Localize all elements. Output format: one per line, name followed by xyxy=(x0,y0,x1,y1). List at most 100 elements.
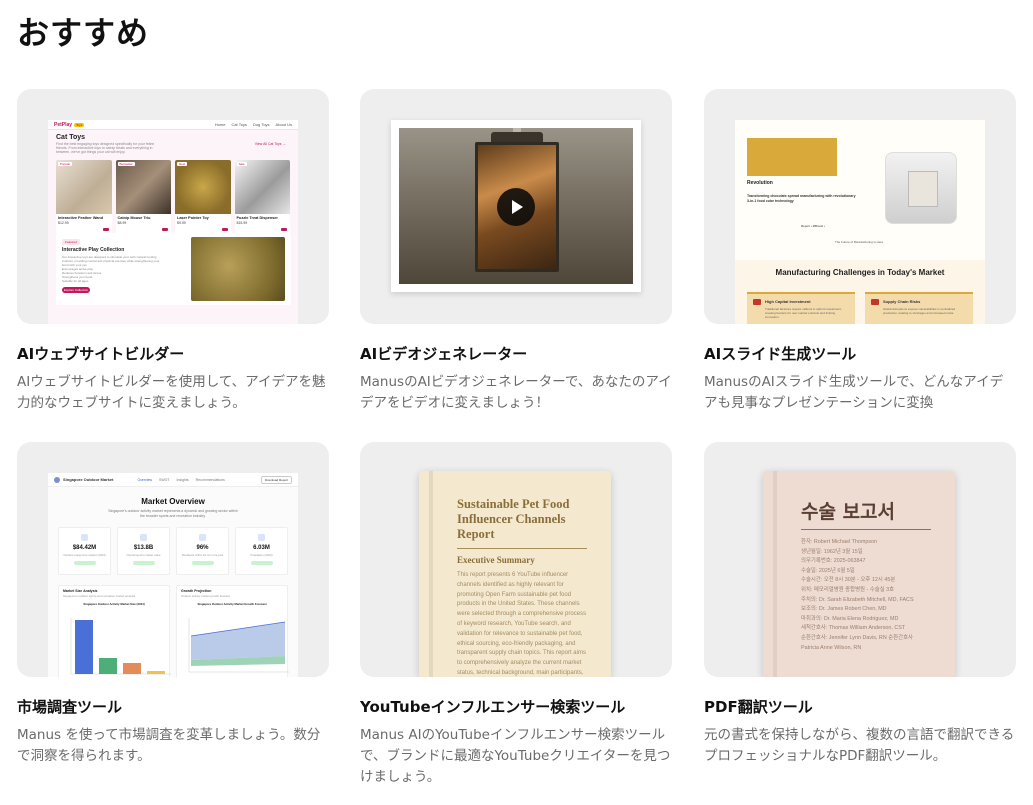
chart-title: Market Size Analysis xyxy=(63,589,98,593)
stat-label: Outdoor equipment market (2024) xyxy=(63,553,106,557)
preview-heading: Cat Toys xyxy=(56,134,86,141)
bar-chart-panel: Market Size Analysis Singapore's outdoor… xyxy=(58,585,171,677)
card-market-research[interactable]: Singapore Outdoor Market Overview SWOT I… xyxy=(17,442,329,767)
feature-tag: Featured xyxy=(62,239,81,245)
preview-subtitle: Singapore's outdoor activity market repr… xyxy=(108,509,238,518)
preview-view-all: View All Cat Toys → xyxy=(254,142,286,146)
card-ai-video-generator[interactable]: AIビデオジェネレーター ManusのAIビデオジェネレーターで、あなたのアイデ… xyxy=(360,89,672,414)
card-title[interactable]: PDF翻訳ツール xyxy=(704,697,1016,717)
preview-nav-item: Insights xyxy=(176,477,189,482)
stat-value: $13.8B xyxy=(133,545,154,551)
add-to-cart-icon xyxy=(281,228,287,231)
card-title[interactable]: 市場調査ツール xyxy=(17,697,329,717)
video-still xyxy=(399,128,633,284)
preview-nav-item: Recommendations xyxy=(195,477,225,482)
product-price: $9.99 xyxy=(177,221,186,225)
preview-product: New Laser Pointer Toy $9.99 xyxy=(175,160,231,234)
slide-box-text: Global disruptions expose vulnerabilitie… xyxy=(883,307,956,315)
slide-mark: Report • #iBrand • xyxy=(801,224,825,228)
stat-chip xyxy=(191,561,214,565)
area-chart-panel: Growth Projection Outdoor activity marke… xyxy=(176,585,289,677)
card-youtube-influencer-search[interactable]: Sustainable Pet Food Influencer Channels… xyxy=(360,442,672,788)
product-price: $12.99 xyxy=(58,221,69,225)
stat-value: $84.42M xyxy=(72,545,97,551)
slide-gold-block xyxy=(747,138,837,176)
book-body: This report presents 6 YouTube influence… xyxy=(457,572,587,676)
book-line: 의무기록번호: 2025-063847 xyxy=(801,558,866,565)
card-title[interactable]: AIウェブサイトビルダー xyxy=(17,344,329,364)
website-preview: PetPlay Toys Home Cat Toys Dog Toys Abou… xyxy=(48,120,298,324)
chart-subtitle: Outdoor activity market growth forecast xyxy=(181,594,230,598)
chart-title: Growth Projection xyxy=(181,589,212,593)
book-title: 수술 보고서 xyxy=(801,501,896,523)
preview-nav-item: Dog Toys xyxy=(252,122,270,127)
stat-icon xyxy=(81,534,88,541)
slide-heading: Revolution xyxy=(747,180,773,186)
preview-nav-item: Cat Toys xyxy=(231,122,247,127)
card-description: Manus を使って市場調査を変革しましょう。数分で洞察を得られます。 xyxy=(17,727,321,764)
card-pdf-translator[interactable]: 수술 보고서 환자: Robert Michael Thompson 생년월일:… xyxy=(704,442,1016,767)
feature-list-item: Suitable for all ages xyxy=(62,279,89,283)
feature-text-line: Our interactive toys are designed to sti… xyxy=(62,255,160,267)
food-cube-machine-image xyxy=(885,152,957,224)
book-line: 수술일: 2025년 6월 5일 xyxy=(801,567,855,574)
card-thumbnail[interactable]: 수술 보고서 환자: Robert Michael Thompson 생년월일:… xyxy=(704,442,1016,677)
card-description: 元の書式を保持しながら、複数の言語で翻訳できるプロフェッショナルなPDF翻訳ツー… xyxy=(704,727,1015,764)
preview-nav: PetPlay Toys Home Cat Toys Dog Toys Abou… xyxy=(48,120,298,130)
stat-cards: $84.42M Outdoor equipment market (2024) … xyxy=(48,519,298,575)
preview-feature: Featured Interactive Play Collection Our… xyxy=(56,233,291,305)
chart-row: Market Size Analysis Singapore's outdoor… xyxy=(48,575,298,677)
preview-nav: Singapore Outdoor Market Overview SWOT I… xyxy=(48,473,298,487)
area-series xyxy=(191,622,285,660)
card-title[interactable]: AIビデオジェネレーター xyxy=(360,344,672,364)
book-line: 세척간호사: Thomas William Anderson, CST xyxy=(801,625,906,632)
card-thumbnail[interactable]: Singapore Outdoor Market Overview SWOT I… xyxy=(17,442,329,677)
book-line: 위치: 메모리얼병원 종합병원 - 수술실 3호 xyxy=(801,586,895,593)
card-description: ManusのAIスライド生成ツールで、どんなアイデアも見事なプレゼンテーションに… xyxy=(704,374,1004,411)
stat-chip xyxy=(73,561,96,565)
card-thumbnail[interactable]: Sustainable Pet Food Influencer Channels… xyxy=(360,442,672,677)
card-description: ManusのAIビデオジェネレーターで、あなたのアイデアをビデオに変えましょう！ xyxy=(360,374,672,411)
report-book-preview: Sustainable Pet Food Influencer Channels… xyxy=(419,471,611,677)
card-thumbnail[interactable]: Revolution Transforming chocolate spread… xyxy=(704,89,1016,324)
play-icon xyxy=(512,200,523,214)
preview-heading: Market Overview xyxy=(141,497,205,506)
product-tag: Sale xyxy=(236,162,247,166)
chart-inner-title: Singapore Outdoor Activity Market Size (… xyxy=(83,602,145,606)
stat-icon xyxy=(140,534,147,541)
add-to-cart-icon xyxy=(221,228,228,231)
slide-box-title: Supply Chain Risks xyxy=(883,299,921,304)
truck-icon xyxy=(871,299,879,305)
market-preview: Singapore Outdoor Market Overview SWOT I… xyxy=(48,473,298,677)
stat-icon xyxy=(258,534,265,541)
warning-icon xyxy=(753,299,761,305)
card-thumbnail[interactable] xyxy=(360,89,672,324)
card-ai-slide-generator[interactable]: Revolution Transforming chocolate spread… xyxy=(704,89,1016,414)
video-preview xyxy=(391,120,641,292)
bar xyxy=(147,671,165,674)
product-tag: Popular xyxy=(58,162,73,166)
book-section-heading: Executive Summary xyxy=(457,555,535,565)
play-button[interactable] xyxy=(497,188,535,226)
card-thumbnail[interactable]: PetPlay Toys Home Cat Toys Dog Toys Abou… xyxy=(17,89,329,324)
card-title[interactable]: YouTubeインフルエンサー検索ツール xyxy=(360,697,672,717)
product-price: $8.99 xyxy=(117,221,127,225)
stat-label: Overall sports market value xyxy=(126,553,161,557)
card-title[interactable]: AIスライド生成ツール xyxy=(704,344,1016,364)
feature-text: Our interactive toys are designed to sti… xyxy=(62,255,166,283)
page-title: おすすめ xyxy=(17,14,150,52)
book-line: 주치의: Dr. Sarah Elizabeth Mitchell, MD, F… xyxy=(801,596,914,603)
stat-label: Residents within 10 min of a park xyxy=(181,553,224,557)
book-line: 보조의: Dr. James Robert Chen, MD xyxy=(801,606,887,613)
slide-future: The Future of Manufacturing is Here xyxy=(835,240,884,244)
download-button: Download Report xyxy=(260,475,292,484)
book-title: Sustainable Pet Food Influencer Channels… xyxy=(457,497,570,541)
book-line: 생년월일: 1962년 3월 15일 xyxy=(801,548,863,555)
stat-label: Population (2024) xyxy=(250,553,273,557)
preview-logo-badge: Toys xyxy=(74,122,85,127)
book-body: 환자: Robert Michael Thompson 생년월일: 1962년 … xyxy=(801,538,941,653)
preview-logo: PetPlay xyxy=(54,121,73,128)
stat-icon xyxy=(199,534,206,541)
card-ai-website-builder[interactable]: PetPlay Toys Home Cat Toys Dog Toys Abou… xyxy=(17,89,329,414)
feature-image xyxy=(191,237,285,301)
